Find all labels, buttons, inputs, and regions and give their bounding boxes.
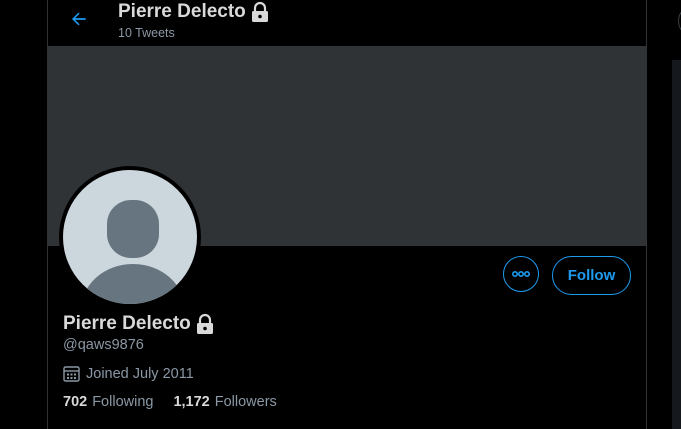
header-title-row: Pierre Delecto xyxy=(118,1,270,23)
followers-link[interactable]: 1,172 Followers xyxy=(173,394,276,410)
back-button[interactable] xyxy=(64,4,94,34)
following-label: Following xyxy=(92,394,154,410)
joined-date: Joined July 2011 xyxy=(63,365,194,382)
profile-name-row: Pierre Delecto xyxy=(63,313,215,335)
column-border-right xyxy=(646,0,647,429)
profile-handle: @qaws9876 xyxy=(63,337,144,353)
followers-label: Followers xyxy=(214,394,277,410)
tweet-count: 10 Tweets xyxy=(118,26,175,40)
lock-icon xyxy=(250,1,270,23)
profile-stats: 702 Following 1,172 Followers xyxy=(63,394,277,410)
more-icon xyxy=(511,270,531,278)
profile-name: Pierre Delecto xyxy=(63,313,191,334)
following-count: 702 xyxy=(63,394,88,410)
page-title: Pierre Delecto xyxy=(118,1,246,22)
back-arrow-icon xyxy=(72,12,86,26)
avatar[interactable] xyxy=(59,166,201,308)
lock-icon xyxy=(195,313,215,335)
followers-count: 1,172 xyxy=(173,394,210,410)
joined-text: Joined July 2011 xyxy=(86,365,194,382)
follow-button[interactable]: Follow xyxy=(552,256,631,295)
right-panel-card xyxy=(672,60,681,429)
default-avatar-icon xyxy=(63,170,197,304)
calendar-icon xyxy=(63,365,80,382)
following-link[interactable]: 702 Following xyxy=(63,394,153,410)
more-button[interactable] xyxy=(503,256,539,292)
